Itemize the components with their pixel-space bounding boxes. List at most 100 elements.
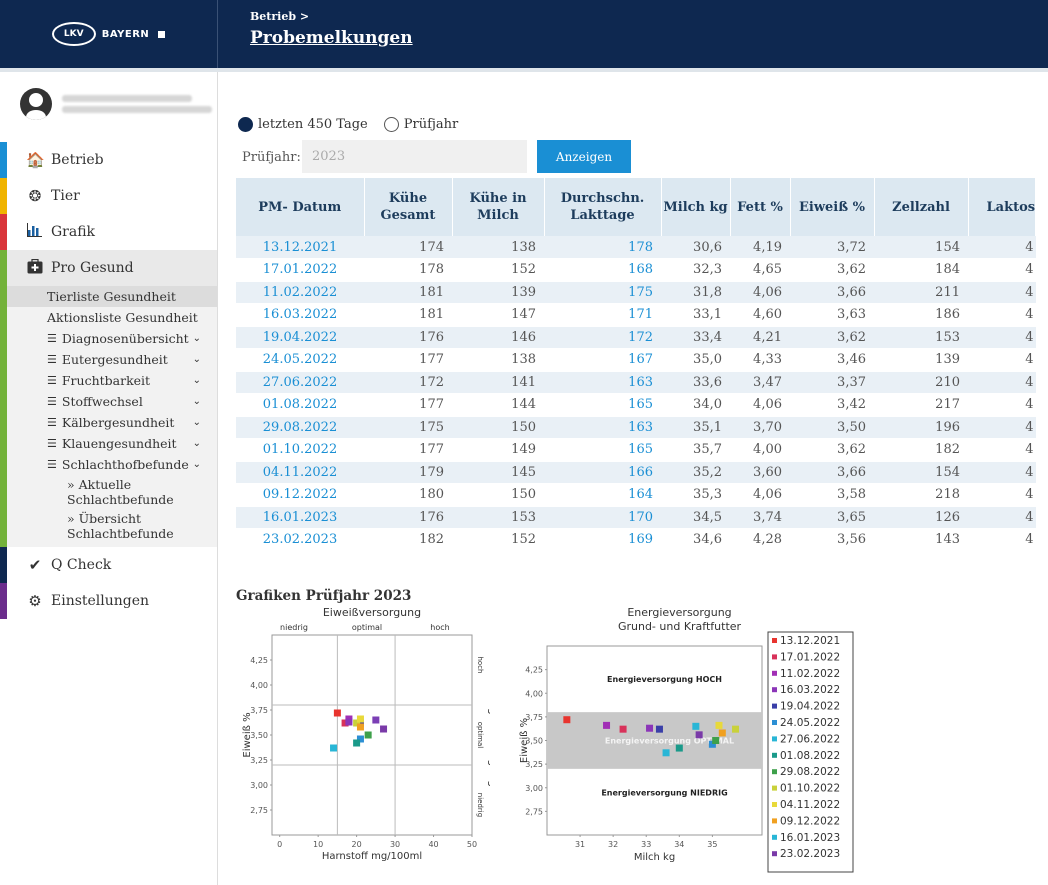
col-header-zellzahl[interactable]: Zellzahl <box>874 178 969 236</box>
cell-lakttage[interactable]: 166 <box>544 461 661 484</box>
cell-lakttage[interactable]: 169 <box>544 528 661 552</box>
nav-color-bar <box>0 214 7 250</box>
sidebar-item-grafik[interactable]: Grafik <box>0 214 217 250</box>
chevron-down-icon[interactable]: ⌄ <box>193 396 201 407</box>
cell-pm-datum[interactable]: 27.06.2022 <box>236 371 364 394</box>
submenu-schlachthofbefunde[interactable]: ☰ Schlachthofbefunde ⌄ <box>0 454 217 475</box>
table-row[interactable]: 01.10.2022 177 149 165 35,7 4,00 3,62 182 4 <box>236 438 1036 462</box>
col-header-lakttage[interactable]: Durchschn. Lakttage <box>544 178 662 236</box>
cell-pm-datum[interactable]: 19.04.2022 <box>236 326 364 349</box>
legend-entry: 04.11.2022 <box>780 799 840 811</box>
cell-lakttage[interactable]: 167 <box>544 348 661 372</box>
legend-entry: 01.10.2022 <box>780 783 840 795</box>
logo-area[interactable]: LKV BAYERN <box>0 0 218 68</box>
table-row[interactable]: 23.02.2023 182 152 169 34,6 4,28 3,56 143 4 <box>236 528 1036 552</box>
y-tick-label: 4,00 <box>250 681 268 690</box>
nav-color-bar <box>0 547 7 583</box>
cell-fett: 3,70 <box>730 416 790 439</box>
sidebar-item-pro-gesund[interactable]: Pro Gesund <box>0 250 217 286</box>
sidebar-item-betrieb[interactable]: 🏠 Betrieb <box>0 142 217 178</box>
cell-pm-datum[interactable]: 17.01.2022 <box>236 258 364 282</box>
table-row[interactable]: 17.01.2022 178 152 168 32,3 4,65 3,62 184 4 <box>236 258 1036 282</box>
cell-lakttage[interactable]: 178 <box>544 236 661 259</box>
legend-swatch <box>772 687 777 693</box>
cell-eiweiss: 3,37 <box>790 371 874 394</box>
cell-lakttage[interactable]: 165 <box>544 393 661 417</box>
col-header-kuehe-gesamt[interactable]: Kühe Gesamt <box>364 178 453 236</box>
col-header-kuehe-in-milch[interactable]: Kühe in Milch <box>452 178 545 236</box>
cell-lakttage[interactable]: 172 <box>544 326 661 349</box>
cell-lakttage[interactable]: 164 <box>544 483 661 507</box>
cell-lakttage[interactable]: 165 <box>544 438 661 462</box>
cell-pm-datum[interactable]: 04.11.2022 <box>236 461 364 484</box>
cell-lakttage[interactable]: 163 <box>544 416 661 439</box>
submenu-klauengesundheit[interactable]: ☰ Klauengesundheit ⌄ <box>0 433 217 454</box>
cell-pm-datum[interactable]: 11.02.2022 <box>236 281 364 304</box>
cell-lakttage[interactable]: 171 <box>544 303 661 327</box>
submenu-diagnosenuebersicht[interactable]: ☰ Diagnosenübersicht ⌄ <box>0 328 217 349</box>
chevron-down-icon[interactable]: ⌄ <box>193 459 201 470</box>
submenu-aktuelle-schlachtbefunde[interactable]: » Aktuelle Schlachtbefunde <box>0 475 174 509</box>
cell-kuehe-gesamt: 174 <box>364 236 452 259</box>
table-row[interactable]: 09.12.2022 180 150 164 35,3 4,06 3,58 218 4 <box>236 483 1036 507</box>
cell-pm-datum[interactable]: 01.08.2022 <box>236 393 364 417</box>
sidebar-item-einstellungen[interactable]: ⚙ Einstellungen <box>0 583 217 619</box>
page-title[interactable]: Probemelkungen <box>250 28 413 48</box>
cell-pm-datum[interactable]: 16.03.2022 <box>236 303 364 327</box>
chevron-down-icon[interactable]: ⌄ <box>193 375 201 386</box>
table-row[interactable]: 16.03.2022 181 147 171 33,1 4,60 3,63 186 4 <box>236 303 1036 327</box>
col-header-milch-kg[interactable]: Milch kg <box>661 178 731 236</box>
legend-swatch <box>772 670 777 676</box>
cell-pm-datum[interactable]: 16.01.2023 <box>236 506 364 529</box>
submenu-uebersicht-schlachtbefunde[interactable]: » Übersicht Schlachtbefunde <box>0 509 174 547</box>
col-header-laktose[interactable]: Laktos <box>968 178 1037 236</box>
chevron-down-icon[interactable]: ⌄ <box>193 417 201 428</box>
table-row[interactable]: 01.08.2022 177 144 165 34,0 4,06 3,42 217 4 <box>236 393 1036 417</box>
table-row[interactable]: 19.04.2022 176 146 172 33,4 4,21 3,62 153 4 <box>236 326 1036 349</box>
table-row[interactable]: 29.08.2022 175 150 163 35,1 3,70 3,50 196 4 <box>236 416 1036 439</box>
table-row[interactable]: 11.02.2022 181 139 175 31,8 4,06 3,66 211 4 <box>236 281 1036 304</box>
chevron-down-icon[interactable]: ⌄ <box>193 333 201 344</box>
legend-swatch <box>772 638 777 643</box>
cell-pm-datum[interactable]: 09.12.2022 <box>236 483 364 507</box>
cell-pm-datum[interactable]: 29.08.2022 <box>236 416 364 439</box>
radio-label-last-450-days[interactable]: letzten 450 Tage <box>258 117 368 132</box>
radio-pruefjahr[interactable] <box>383 117 399 132</box>
year-input[interactable]: 2023 <box>302 140 527 173</box>
chevron-down-icon[interactable]: ⌄ <box>193 438 201 449</box>
submenu-kaelbergesundheit[interactable]: ☰ Kälbergesundheit ⌄ <box>0 412 217 433</box>
table-row[interactable]: 04.11.2022 179 145 166 35,2 3,60 3,66 154 4 <box>236 461 1036 484</box>
cell-lakttage[interactable]: 168 <box>544 258 661 282</box>
table-row[interactable]: 27.06.2022 172 141 163 33,6 3,47 3,37 210 4 <box>236 371 1036 394</box>
col-header-eiweiss[interactable]: Eiweiß % <box>790 178 875 236</box>
cell-pm-datum[interactable]: 01.10.2022 <box>236 438 364 462</box>
sidebar-item-q-check[interactable]: ✔ Q Check <box>0 547 217 583</box>
chevron-down-icon[interactable]: ⌄ <box>193 354 201 365</box>
submenu-stoffwechsel[interactable]: ☰ Stoffwechsel ⌄ <box>0 391 217 412</box>
submenu-fruchtbarkeit[interactable]: ☰ Fruchtbarkeit ⌄ <box>0 370 217 391</box>
submenu-tierliste-gesundheit[interactable]: Tierliste Gesundheit <box>0 286 217 307</box>
sidebar-item-tier[interactable]: ❂ Tier <box>0 178 217 214</box>
radio-last-450-days[interactable] <box>238 117 253 132</box>
cell-pm-datum[interactable]: 13.12.2021 <box>236 236 364 259</box>
lkv-logo[interactable]: LKV BAYERN <box>51 22 166 46</box>
col-header-pm-datum[interactable]: PM- Datum <box>236 178 365 236</box>
table-row[interactable]: 24.05.2022 177 138 167 35,0 4,33 3,46 139 4 <box>236 348 1036 372</box>
cell-milch-kg: 30,6 <box>661 236 730 259</box>
cell-lakttage[interactable]: 163 <box>544 371 661 394</box>
cell-pm-datum[interactable]: 24.05.2022 <box>236 348 364 372</box>
submenu-eutergesundheit[interactable]: ☰ Eutergesundheit ⌄ <box>0 349 217 370</box>
cell-pm-datum[interactable]: 23.02.2023 <box>236 528 364 552</box>
cell-lakttage[interactable]: 170 <box>544 506 661 529</box>
table-row[interactable]: 16.01.2023 176 153 170 34,5 3,74 3,65 126 4 <box>236 506 1036 529</box>
radio-label-pruefjahr[interactable]: Prüfjahr <box>404 117 459 132</box>
table-row[interactable]: 13.12.2021 174 138 178 30,6 4,19 3,72 154 4 <box>236 236 1036 259</box>
show-button[interactable]: Anzeigen <box>537 140 631 173</box>
col-header-fett[interactable]: Fett % <box>730 178 791 236</box>
cell-kuehe-in-milch: 150 <box>452 483 544 507</box>
breadcrumb[interactable]: Betrieb > <box>250 10 309 23</box>
cell-zellzahl: 143 <box>874 528 968 552</box>
submenu-aktionsliste-gesundheit[interactable]: Aktionsliste Gesundheit <box>0 307 217 328</box>
user-profile[interactable] <box>0 72 217 136</box>
cell-lakttage[interactable]: 175 <box>544 281 661 304</box>
